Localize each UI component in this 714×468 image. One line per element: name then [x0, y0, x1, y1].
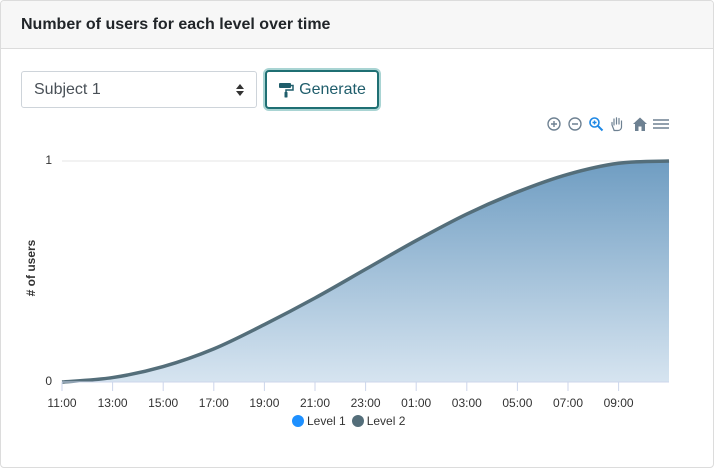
x-tick-label: 19:00 — [249, 396, 279, 410]
chart-toolbar — [544, 115, 672, 133]
pan-hand-icon[interactable] — [607, 115, 627, 133]
legend-item-level-2[interactable]: Level 2 — [351, 414, 406, 428]
x-tick-label: 05:00 — [502, 396, 532, 410]
x-tick-label: 15:00 — [148, 396, 178, 410]
paint-roller-icon — [279, 82, 294, 97]
card-header: Number of users for each level over time — [1, 1, 713, 49]
x-tick-label: 07:00 — [553, 396, 583, 410]
select-arrows-icon — [236, 83, 244, 96]
legend-dot-level-2 — [351, 415, 364, 427]
menu-icon[interactable] — [651, 115, 671, 133]
x-tick-label: 17:00 — [199, 396, 229, 410]
zoom-in-icon[interactable] — [544, 115, 564, 133]
x-tick-label: 13:00 — [98, 396, 128, 410]
x-tick-label: 11:00 — [47, 396, 76, 410]
y-tick-label: 0 — [45, 374, 52, 388]
y-axis-label: # of users — [24, 239, 38, 296]
page-title: Number of users for each level over time — [21, 15, 331, 33]
zoom-select-icon[interactable] — [586, 115, 606, 133]
subject-select-value: Subject 1 — [34, 80, 101, 98]
legend-item-level-1[interactable]: Level 1 — [292, 414, 346, 428]
chart-legend: Level 1 Level 2 — [292, 414, 411, 428]
home-reset-icon[interactable] — [630, 115, 650, 133]
generate-button[interactable]: Generate — [265, 70, 379, 109]
legend-label-level-2: Level 2 — [366, 414, 406, 428]
series-area-level-2 — [62, 161, 669, 382]
controls-row: Subject 1 Generate — [21, 70, 379, 109]
legend-label-level-1: Level 1 — [307, 414, 346, 428]
x-tick-label: 01:00 — [401, 396, 431, 410]
zoom-out-icon[interactable] — [565, 115, 585, 133]
subject-select[interactable]: Subject 1 — [21, 71, 257, 108]
generate-button-label: Generate — [299, 80, 366, 98]
x-tick-label: 23:00 — [351, 396, 381, 410]
y-tick-label: 1 — [45, 153, 52, 167]
legend-dot-level-1 — [292, 415, 304, 427]
chart-card: Number of users for each level over time… — [0, 0, 714, 468]
x-tick-label: 21:00 — [300, 396, 330, 410]
x-tick-label: 09:00 — [604, 396, 634, 410]
users-area-chart: 0 1 11:00 13:00 15:00 17:00 19:00 21:00 23:00 01:… — [24, 153, 670, 410]
x-tick-label: 03:00 — [452, 396, 482, 410]
